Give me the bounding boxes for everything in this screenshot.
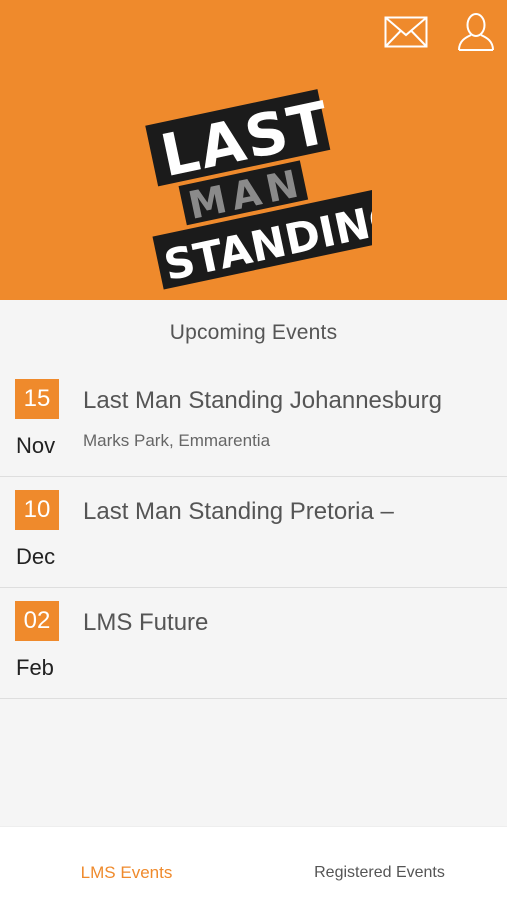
header-banner: LAST MAN STANDING — [0, 0, 507, 300]
event-day: 02 — [15, 601, 59, 641]
event-location: Marks Park, Emmarentia — [83, 431, 271, 450]
tab-lms-events[interactable]: LMS Events — [0, 827, 253, 900]
bottom-nav: LMS Events Registered Events — [0, 826, 507, 900]
event-month: Nov — [16, 433, 56, 458]
tab-registered-events-label: Registered Events — [314, 864, 445, 881]
event-day: 10 — [15, 490, 59, 530]
event-item[interactable]: 10 Dec Last Man Standing Pretoria – — [0, 477, 507, 588]
event-day: 15 — [15, 379, 59, 419]
event-list: 15 Nov Last Man Standing Johannesburg Ma… — [0, 366, 507, 699]
envelope-icon[interactable] — [382, 10, 430, 54]
user-icon[interactable] — [452, 10, 500, 54]
event-title: Last Man Standing Johannesburg — [83, 387, 442, 414]
event-month: Dec — [16, 544, 56, 569]
tab-registered-events[interactable]: Registered Events — [253, 827, 506, 900]
event-title: Last Man Standing Pretoria – — [83, 498, 394, 525]
event-item[interactable]: 15 Nov Last Man Standing Johannesburg Ma… — [0, 366, 507, 477]
lms-logo: LAST MAN STANDING — [140, 78, 408, 292]
tab-lms-events-label: LMS Events — [80, 863, 173, 882]
section-title: Upcoming Events — [169, 321, 338, 344]
event-title: LMS Future — [83, 609, 209, 636]
event-item[interactable]: 02 Feb LMS Future — [0, 588, 507, 699]
event-month: Feb — [16, 655, 54, 680]
